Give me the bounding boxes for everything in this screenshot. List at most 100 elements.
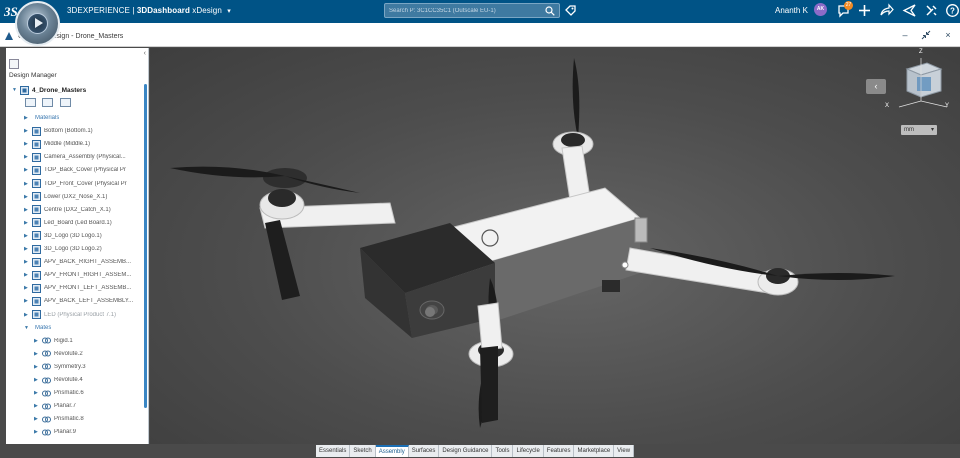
tree-item[interactable]: ▼ Mates bbox=[24, 322, 51, 334]
expand-toggle-icon[interactable]: ▶ bbox=[24, 207, 32, 213]
expand-toggle-icon[interactable]: ▶ bbox=[24, 167, 32, 173]
panel-scrollbar[interactable] bbox=[144, 84, 147, 408]
expand-toggle-icon[interactable]: ▶ bbox=[24, 128, 32, 134]
help-icon[interactable]: ? bbox=[945, 3, 960, 18]
expand-toggle-icon[interactable]: ▶ bbox=[24, 233, 32, 239]
tree-view-icon[interactable] bbox=[9, 59, 19, 69]
filter-icon[interactable] bbox=[25, 98, 36, 107]
units-dropdown[interactable]: mm ▾ bbox=[901, 125, 937, 135]
avatar[interactable]: AK bbox=[814, 3, 827, 16]
search-icon[interactable] bbox=[545, 6, 555, 16]
tree-item[interactable]: ▶ 3D_Logo (3D Logo.1) bbox=[24, 230, 102, 242]
tree-item[interactable]: ▶ Prismatic.6 bbox=[34, 387, 84, 399]
tree-item[interactable]: ▶ Planar.7 bbox=[34, 400, 76, 412]
expand-toggle-icon[interactable]: ▶ bbox=[24, 115, 32, 121]
tab-assembly[interactable]: Assembly bbox=[375, 445, 409, 457]
expand-toggle-icon[interactable]: ▶ bbox=[24, 246, 32, 252]
tree-item[interactable]: ▶ APV_BACK_RIGHT_ASSEMB... bbox=[24, 256, 131, 268]
expand-toggle-icon[interactable]: ▶ bbox=[24, 181, 32, 187]
search-input[interactable] bbox=[389, 6, 539, 16]
drone-model[interactable] bbox=[150, 48, 960, 444]
tree-item[interactable]: ▶ APV_FRONT_RIGHT_ASSEM... bbox=[24, 269, 131, 281]
part-icon bbox=[32, 139, 41, 149]
tree-item[interactable]: ▶ Planar.9 bbox=[34, 426, 76, 438]
tab-marketplace[interactable]: Marketplace bbox=[574, 445, 615, 457]
expand-toggle-icon[interactable]: ▶ bbox=[24, 285, 32, 291]
tree-item[interactable]: ▶ Bottom (Bottom.1) bbox=[24, 125, 93, 137]
tree-item[interactable]: ▶ LED (Physical Product 7.1) bbox=[24, 309, 116, 321]
expand-toggle-icon[interactable]: ▼ bbox=[12, 87, 20, 93]
tab-view[interactable]: View bbox=[614, 445, 635, 457]
chevron-down-icon[interactable]: ▾ bbox=[227, 8, 231, 15]
expand-toggle-icon[interactable]: ▶ bbox=[24, 141, 32, 147]
tree-item[interactable]: ▶ Materials bbox=[24, 112, 59, 124]
tree-item[interactable]: ▶ Revolute.4 bbox=[34, 374, 83, 386]
panel-collapse-icon[interactable]: ‹ bbox=[144, 50, 146, 57]
tab-surfaces[interactable]: Surfaces bbox=[408, 445, 440, 457]
tree-item[interactable]: ▶ Camera_Assembly (Physical... bbox=[24, 151, 126, 163]
expand-all-icon[interactable] bbox=[42, 98, 53, 107]
expand-toggle-icon[interactable]: ▶ bbox=[34, 377, 42, 383]
expand-toggle-icon[interactable]: ▶ bbox=[24, 154, 32, 160]
tag-icon[interactable] bbox=[564, 4, 577, 17]
close-icon[interactable]: × bbox=[943, 30, 953, 40]
tab-tools[interactable]: Tools bbox=[492, 445, 514, 457]
tree-item[interactable]: ▶ APV_FRONT_LEFT_ASSEMB... bbox=[24, 282, 131, 294]
tree-item[interactable]: ▶ 3D_Logo (3D Logo.2) bbox=[24, 243, 102, 255]
share-icon[interactable] bbox=[879, 3, 894, 18]
send-icon[interactable] bbox=[902, 3, 917, 18]
tab-essentials[interactable]: Essentials bbox=[316, 445, 351, 457]
view-back-button[interactable]: ‹ bbox=[866, 79, 886, 94]
tree-item[interactable]: ▶ Middle (Middle.1) bbox=[24, 138, 90, 150]
svg-text:?: ? bbox=[950, 7, 955, 16]
expand-toggle-icon[interactable]: ▶ bbox=[24, 194, 32, 200]
expand-toggle-icon[interactable]: ▶ bbox=[34, 429, 42, 435]
compass-icon[interactable] bbox=[15, 1, 60, 46]
expand-toggle-icon[interactable]: ▶ bbox=[34, 351, 42, 357]
tree-item[interactable]: ▶ TOP_Front_Cover (Physical Pr bbox=[24, 178, 127, 190]
mate-icon bbox=[42, 416, 51, 423]
collapse-icon[interactable] bbox=[921, 30, 931, 40]
tree-item[interactable]: ▶ Rigid.1 bbox=[34, 335, 73, 347]
tree-root[interactable]: ▼ 4_Drone_Masters bbox=[12, 84, 86, 96]
tree-item[interactable]: ▶ Prismatic.8 bbox=[34, 413, 84, 425]
user-name[interactable]: Ananth K bbox=[775, 6, 808, 15]
3d-viewport[interactable]: Z X Y ‹ mm ▾ bbox=[150, 48, 960, 444]
expand-toggle-icon[interactable]: ▶ bbox=[24, 312, 32, 318]
collapse-all-icon[interactable] bbox=[60, 98, 71, 107]
expand-toggle-icon[interactable]: ▶ bbox=[24, 272, 32, 278]
tree-item-label: Lower (DX2_Nose_X.1) bbox=[44, 193, 108, 200]
view-cube[interactable]: Z X Y bbox=[885, 49, 950, 113]
tree-item-label: APV_FRONT_LEFT_ASSEMB... bbox=[44, 285, 132, 292]
tree-item[interactable]: ▶ Revolute.2 bbox=[34, 348, 83, 360]
expand-toggle-icon[interactable]: ▼ bbox=[24, 325, 32, 331]
expand-toggle-icon[interactable]: ▶ bbox=[34, 390, 42, 396]
expand-toggle-icon[interactable]: ▶ bbox=[24, 298, 32, 304]
tree-item[interactable]: ▶ Led_Board (Led Board.1) bbox=[24, 217, 112, 229]
assembly-icon bbox=[20, 85, 29, 95]
expand-toggle-icon[interactable]: ▶ bbox=[34, 416, 42, 422]
tree-item[interactable]: ▶ Centre (DX2_Catch_X.1) bbox=[24, 204, 111, 216]
expand-toggle-icon[interactable]: ▶ bbox=[34, 403, 42, 409]
minimize-icon[interactable]: – bbox=[900, 30, 910, 40]
tools-icon[interactable] bbox=[924, 3, 939, 18]
tab-design-guidance[interactable]: Design Guidance bbox=[439, 445, 493, 457]
tab-sketch[interactable]: Sketch bbox=[350, 445, 376, 457]
tree-item[interactable]: ▶ Symmetry.3 bbox=[34, 361, 86, 373]
app-brand[interactable]: 3DEXPERIENCE | 3DDashboard xDesign ▾ bbox=[67, 6, 231, 15]
tree-item[interactable]: ▶ TOP_Back_Cover (Physical Pr bbox=[24, 164, 126, 176]
expand-toggle-icon[interactable]: ▶ bbox=[34, 338, 42, 344]
search-box[interactable] bbox=[384, 3, 560, 18]
plus-icon[interactable] bbox=[857, 3, 872, 18]
tree-item[interactable]: ▶ Lower (DX2_Nose_X.1) bbox=[24, 191, 107, 203]
view-cube-icon[interactable] bbox=[895, 53, 950, 113]
design-manager-panel: ‹ Design Manager ▼ 4_Drone_Masters ▶ Mate… bbox=[6, 48, 149, 444]
tab-lifecycle[interactable]: Lifecycle bbox=[513, 445, 544, 457]
tab-features[interactable]: Features bbox=[543, 445, 575, 457]
expand-toggle-icon[interactable]: ▶ bbox=[24, 259, 32, 265]
expand-toggle-icon[interactable]: ▶ bbox=[34, 364, 42, 370]
expand-toggle-icon[interactable]: ▶ bbox=[24, 220, 32, 226]
tree-item-label: 3D_Logo (3D Logo.1) bbox=[44, 232, 102, 239]
tree-item[interactable]: ▶ APV_BACK_LEFT_ASSEMBLY... bbox=[24, 295, 133, 307]
part-icon bbox=[32, 310, 41, 319]
